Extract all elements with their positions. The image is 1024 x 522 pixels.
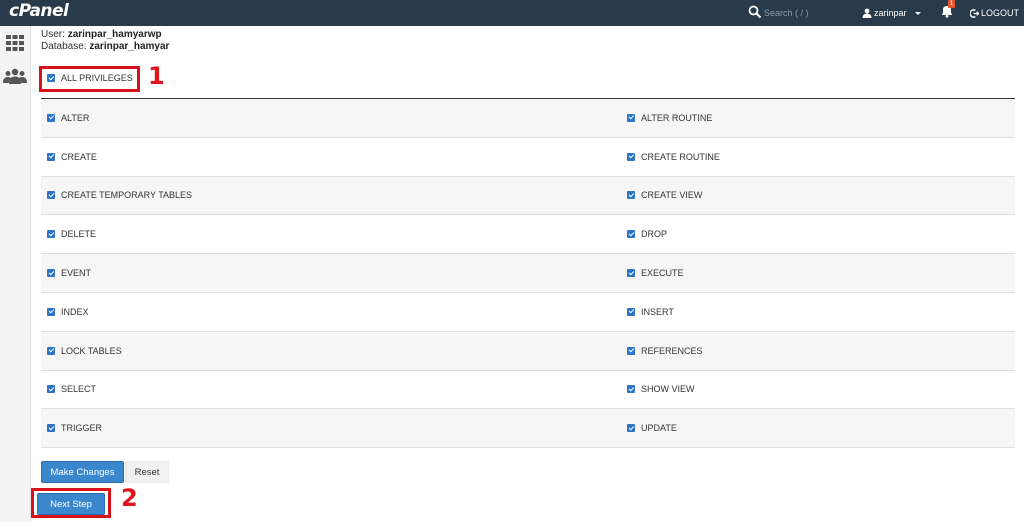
annotation-number-1: 1 (148, 62, 165, 90)
privilege-label: TRIGGER (61, 423, 103, 434)
privilege-checkbox[interactable]: EVENT (41, 268, 621, 278)
user-value: zarinpar_hamyarwp (67, 29, 162, 40)
privilege-checkbox[interactable]: REFERENCES (621, 346, 703, 356)
user-icon (862, 8, 872, 18)
checkbox-checked-icon[interactable] (47, 346, 55, 355)
checkbox-checked-icon[interactable] (47, 113, 55, 122)
privilege-checkbox[interactable]: UPDATE (621, 423, 677, 433)
checkbox-checked-icon[interactable] (47, 269, 55, 278)
table-row: LOCK TABLES REFERENCES (41, 331, 1015, 371)
logout-label: LOGOUT (981, 8, 1020, 18)
privilege-checkbox[interactable]: SELECT (41, 384, 621, 394)
privilege-label: EVENT (61, 268, 92, 279)
make-changes-button[interactable]: Make Changes (41, 461, 124, 483)
privilege-label: ALTER (61, 112, 90, 123)
users-icon[interactable] (3, 67, 27, 85)
checkbox-checked-icon[interactable] (627, 346, 635, 355)
privilege-label: CREATE (61, 151, 97, 162)
checkbox-checked-icon[interactable] (627, 385, 635, 394)
privilege-label: INDEX (61, 306, 89, 317)
privilege-label: CREATE VIEW (641, 190, 703, 201)
user-info: User: zarinpar_hamyarwp (41, 29, 1015, 41)
table-row: TRIGGER UPDATE (41, 409, 1015, 449)
reset-button[interactable]: Reset (125, 461, 169, 483)
notification-badge: 1 (948, 0, 955, 8)
privilege-checkbox[interactable]: CREATE TEMPORARY TABLES (41, 190, 621, 200)
checkbox-checked-icon[interactable] (47, 307, 55, 316)
privilege-label: LOCK TABLES (61, 345, 122, 356)
privilege-label: UPDATE (641, 423, 677, 434)
privilege-label: ALTER ROUTINE (641, 112, 713, 123)
privilege-label: DROP (641, 229, 668, 240)
next-step-button[interactable]: Next Step (37, 493, 105, 515)
privilege-checkbox[interactable]: DELETE (41, 229, 621, 239)
user-menu[interactable]: zarinpar (862, 0, 921, 26)
checkbox-checked-icon[interactable] (47, 385, 55, 394)
checkbox-checked-icon[interactable] (47, 191, 55, 200)
search-input[interactable] (764, 5, 848, 21)
user-label: User: (41, 29, 65, 40)
table-row: CREATE TEMPORARY TABLES CREATE VIEW (41, 176, 1015, 216)
annotation-number-2: 2 (121, 484, 138, 512)
username-label: zarinpar (874, 8, 907, 18)
database-value: zarinpar_hamyar (89, 41, 170, 52)
chevron-down-icon (914, 11, 921, 15)
checkbox-checked-icon[interactable] (47, 230, 55, 239)
privileges-table: ALTER ALTER ROUTINE CREATE CREATE ROUTINE CR… (41, 99, 1015, 449)
checkbox-checked-icon[interactable] (627, 269, 635, 278)
search-box[interactable] (748, 3, 848, 23)
privilege-checkbox[interactable]: CREATE ROUTINE (621, 152, 720, 162)
table-row: EVENT EXECUTE (41, 254, 1015, 293)
checkbox-checked-icon[interactable] (627, 230, 635, 239)
privilege-label: SHOW VIEW (641, 384, 695, 395)
privilege-checkbox[interactable]: CREATE VIEW (621, 190, 702, 200)
table-row: ALTER ALTER ROUTINE (41, 99, 1015, 138)
table-row: DELETE DROP (41, 215, 1015, 255)
grid-icon[interactable] (6, 35, 24, 51)
privilege-checkbox[interactable]: ALTER ROUTINE (621, 113, 712, 123)
top-navbar: cPanel zarinpar 1 LOGOUT (0, 0, 1024, 26)
table-row: INDEX INSERT (41, 293, 1015, 332)
privilege-checkbox[interactable]: ALTER (41, 113, 621, 123)
privilege-checkbox[interactable]: INDEX (41, 307, 621, 317)
privilege-checkbox[interactable]: INSERT (621, 307, 674, 317)
table-row: SELECT SHOW VIEW (41, 371, 1015, 410)
checkbox-checked-icon[interactable] (627, 113, 635, 122)
checkbox-checked-icon[interactable] (627, 424, 635, 433)
privilege-label: CREATE TEMPORARY TABLES (61, 190, 193, 201)
checkbox-checked-icon[interactable] (47, 74, 55, 82)
privilege-label: EXECUTE (641, 268, 684, 279)
privilege-checkbox[interactable]: LOCK TABLES (41, 346, 621, 356)
checkbox-checked-icon[interactable] (47, 424, 55, 433)
checkbox-checked-icon[interactable] (627, 152, 635, 161)
privilege-checkbox[interactable]: DROP (621, 229, 667, 239)
database-label: Database: (41, 41, 87, 52)
privilege-checkbox[interactable]: EXECUTE (621, 268, 684, 278)
logout-button[interactable]: LOGOUT (970, 0, 1019, 26)
privilege-label: SELECT (61, 384, 97, 395)
database-info: Database: zarinpar_hamyar (41, 41, 1015, 53)
privilege-label: INSERT (641, 306, 674, 317)
table-row: CREATE CREATE ROUTINE (41, 138, 1015, 177)
all-privileges-checkbox[interactable]: ALL PRIVILEGES (47, 73, 133, 83)
privilege-checkbox[interactable]: SHOW VIEW (621, 384, 695, 394)
privilege-label: REFERENCES (641, 345, 703, 356)
privilege-checkbox[interactable]: TRIGGER (41, 423, 621, 433)
checkbox-checked-icon[interactable] (627, 307, 635, 316)
main-content: User: zarinpar_hamyarwp Database: zarinp… (41, 26, 1015, 53)
logout-icon (970, 8, 979, 18)
privilege-label: DELETE (61, 229, 97, 240)
search-icon (748, 5, 762, 19)
sidebar (0, 26, 31, 522)
checkbox-checked-icon[interactable] (47, 152, 55, 161)
checkbox-checked-icon[interactable] (627, 191, 635, 200)
privilege-checkbox[interactable]: CREATE (41, 152, 621, 162)
cpanel-logo[interactable]: cPanel (9, 1, 69, 21)
privilege-label: CREATE ROUTINE (641, 151, 720, 162)
all-privileges-label: ALL PRIVILEGES (61, 73, 133, 83)
